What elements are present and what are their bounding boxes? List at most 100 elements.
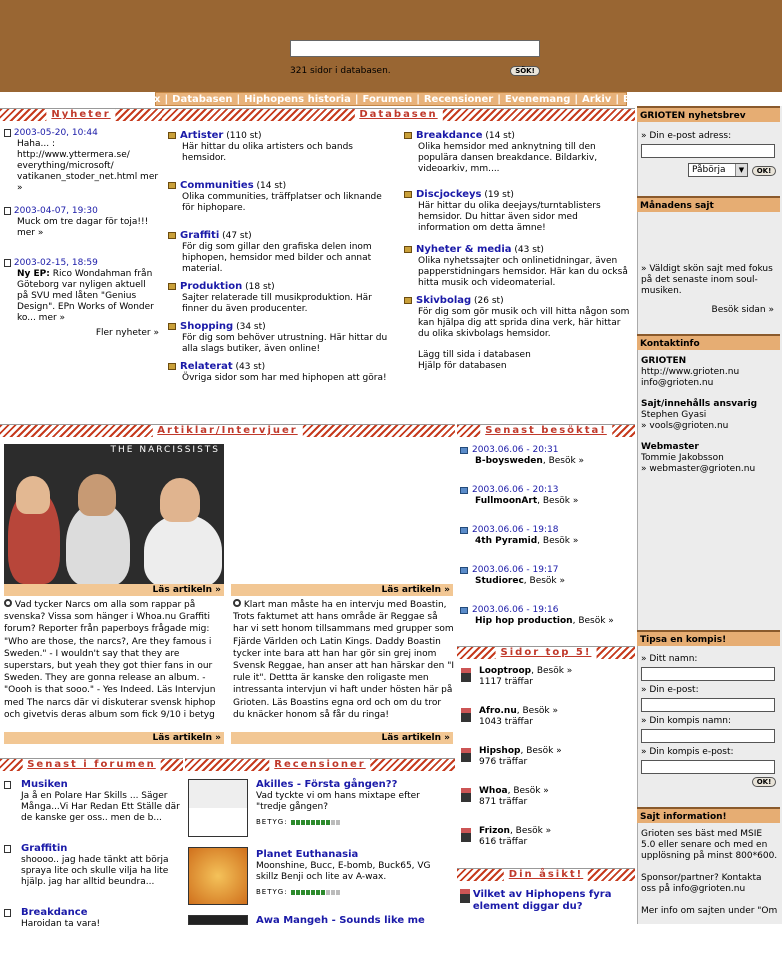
- asikt-title: Din åsikt!: [503, 869, 589, 881]
- news-date[interactable]: 2003-05-20, 10:44: [14, 128, 98, 138]
- site-info: Grioten ses bäst med MSIE 5.0 eller sena…: [641, 829, 779, 917]
- tip-ok-button[interactable]: OK!: [752, 777, 776, 787]
- review-cover-image[interactable]: [188, 847, 248, 905]
- category-link[interactable]: Discjockeys: [416, 189, 481, 200]
- visit-link[interactable]: Besök »: [526, 746, 562, 756]
- top5-site-name[interactable]: Looptroop: [479, 666, 531, 676]
- contact-url[interactable]: http://www.grioten.nu: [641, 367, 779, 378]
- news-date[interactable]: 2003-02-15, 18:59: [14, 258, 98, 268]
- visit-link[interactable]: Besök »: [522, 706, 558, 716]
- forum-title[interactable]: Breakdance: [21, 907, 87, 918]
- search-button[interactable]: SÖK!: [510, 66, 540, 76]
- newsletter-ok-button[interactable]: OK!: [752, 166, 776, 176]
- database-count: 321 sidor i databasen.: [290, 66, 391, 76]
- top5-hits: 1117 träffar: [479, 677, 533, 687]
- score-bar: [300, 819, 305, 825]
- category-count: (34 st): [233, 322, 266, 332]
- category-desc: Olika nyhetssajter och onlinetidningar, …: [418, 256, 628, 288]
- besokta-header: Senast besökta!: [457, 424, 635, 437]
- article-2-text: Klart man måste ha en intervju med Boast…: [233, 600, 454, 720]
- nav-item-evenemang[interactable]: Evenemang: [501, 94, 574, 105]
- news-date[interactable]: 2003-04-07, 19:30: [14, 206, 98, 216]
- category-link[interactable]: Shopping: [180, 321, 233, 332]
- review-cover-image[interactable]: [188, 779, 248, 837]
- review-title[interactable]: Akilles - Första gången??: [256, 779, 397, 790]
- contact-name: GRIOTEN: [641, 356, 687, 366]
- forum-excerpt: Ja å en Polare Har Skills ... Säger Mång…: [21, 791, 180, 823]
- visit-site-name[interactable]: 4th Pyramid: [475, 536, 537, 546]
- visit-line: 4th Pyramid, Besök »: [475, 536, 579, 546]
- news-text[interactable]: Muck om tre dagar för toja!!! mer »: [4, 217, 159, 239]
- category-desc: Olika hemsidor med anknytning till den p…: [418, 142, 598, 174]
- search-input[interactable]: [290, 40, 540, 57]
- month-site-link[interactable]: Besök sidan »: [641, 305, 774, 316]
- contact-email[interactable]: » vools@grioten.nu: [641, 421, 779, 432]
- category-link[interactable]: Artister: [180, 130, 223, 141]
- recensioner-title: Recensioner: [269, 759, 371, 771]
- visit-site-name[interactable]: B-boysweden: [475, 456, 543, 466]
- visit-link[interactable]: Besök »: [537, 666, 573, 676]
- nav-item-arkiv[interactable]: Arkiv: [578, 94, 615, 105]
- nav-item-index[interactable]: Index: [125, 94, 164, 105]
- poll-question[interactable]: Vilket av Hiphopens fyra element diggar …: [473, 889, 628, 913]
- visit-link[interactable]: Besök »: [549, 456, 585, 466]
- category-link[interactable]: Nyheter & media: [416, 244, 512, 255]
- recent-visit-item: 2003.06.06 - 19:18 4th Pyramid, Besök »: [460, 525, 635, 565]
- read-article-button[interactable]: Läs artikeln »: [231, 732, 453, 744]
- nav-item-hiphopens-historia[interactable]: Hiphopens historia: [240, 94, 355, 105]
- contact-email[interactable]: info@grioten.nu: [641, 378, 779, 389]
- category-link[interactable]: Skivbolag: [416, 295, 471, 306]
- read-article-button[interactable]: Läs artikeln »: [231, 584, 453, 596]
- visit-site-name[interactable]: FullmoonArt: [475, 496, 537, 506]
- narcissists-photo[interactable]: THE NARCISSISTS: [4, 444, 224, 584]
- forum-item: Breakdance Haroidan ta vara!: [4, 907, 182, 971]
- your-email-input[interactable]: [641, 698, 775, 712]
- visit-link[interactable]: Besök »: [530, 576, 566, 586]
- forum-title[interactable]: Graffitin: [21, 843, 67, 854]
- nyheter-title: Nyheter: [46, 109, 116, 121]
- category-desc: Sajter relaterade till musikproduktion. …: [182, 293, 372, 314]
- visit-link[interactable]: Besök »: [543, 496, 579, 506]
- forum-title[interactable]: Musiken: [21, 779, 68, 790]
- review-title[interactable]: Planet Euthanasia: [256, 849, 358, 860]
- your-name-input[interactable]: [641, 667, 775, 681]
- tip-label: » Din e-post:: [641, 685, 699, 695]
- person-figure: [144, 514, 222, 584]
- read-article-button[interactable]: Läs artikeln »: [4, 584, 224, 596]
- category-link[interactable]: Graffiti: [180, 230, 219, 241]
- contact-email[interactable]: » webmaster@grioten.nu: [641, 464, 779, 475]
- folder-icon: [168, 232, 176, 239]
- person-face: [16, 476, 50, 514]
- database-help-link[interactable]: Hjälp för databasen: [404, 361, 632, 372]
- nav-item-forumen[interactable]: Forumen: [359, 94, 417, 105]
- category-link[interactable]: Relaterat: [180, 361, 233, 372]
- category-link[interactable]: Produktion: [180, 281, 242, 292]
- visit-link[interactable]: Besök »: [543, 536, 579, 546]
- visit-link[interactable]: Besök »: [513, 786, 549, 796]
- nav-item-recensioner[interactable]: Recensioner: [420, 94, 497, 105]
- nav-item-databasen[interactable]: Databasen: [168, 94, 236, 105]
- read-article-button[interactable]: Läs artikeln »: [4, 732, 224, 744]
- visit-site-name[interactable]: Hip hop production: [475, 616, 573, 626]
- newsletter-select[interactable]: Påbörja ▼: [688, 163, 748, 177]
- nav-item-extra[interactable]: Extra: [619, 94, 657, 105]
- top5-site-name[interactable]: Afro.nu: [479, 706, 517, 716]
- friend-email-input[interactable]: [641, 760, 775, 774]
- top5-site-name[interactable]: Frizon: [479, 826, 510, 836]
- review-title[interactable]: Awa Mangeh - Sounds like me: [256, 915, 425, 926]
- visit-link[interactable]: Besök »: [578, 616, 614, 626]
- more-news-link[interactable]: Fler nyheter »: [4, 328, 159, 339]
- news-text[interactable]: Haha... : http://www.yttermera.se/ every…: [4, 139, 159, 194]
- folder-icon: [168, 132, 176, 139]
- category-link[interactable]: Breakdance: [416, 130, 482, 141]
- top5-site-name[interactable]: Hipshop: [479, 746, 520, 756]
- contact-header: Kontaktinfo: [637, 334, 780, 350]
- database-help-link[interactable]: Lägg till sida i databasen: [404, 350, 632, 361]
- database-category: Communities (14 st) Olika communities, tr…: [168, 180, 388, 214]
- newsletter-email-input[interactable]: [641, 144, 775, 158]
- visit-site-name[interactable]: Studiorec: [475, 576, 524, 586]
- category-link[interactable]: Communities: [180, 180, 254, 191]
- visit-link[interactable]: Besök »: [516, 826, 552, 836]
- top5-site-name[interactable]: Whoa: [479, 786, 508, 796]
- friend-name-input[interactable]: [641, 729, 775, 743]
